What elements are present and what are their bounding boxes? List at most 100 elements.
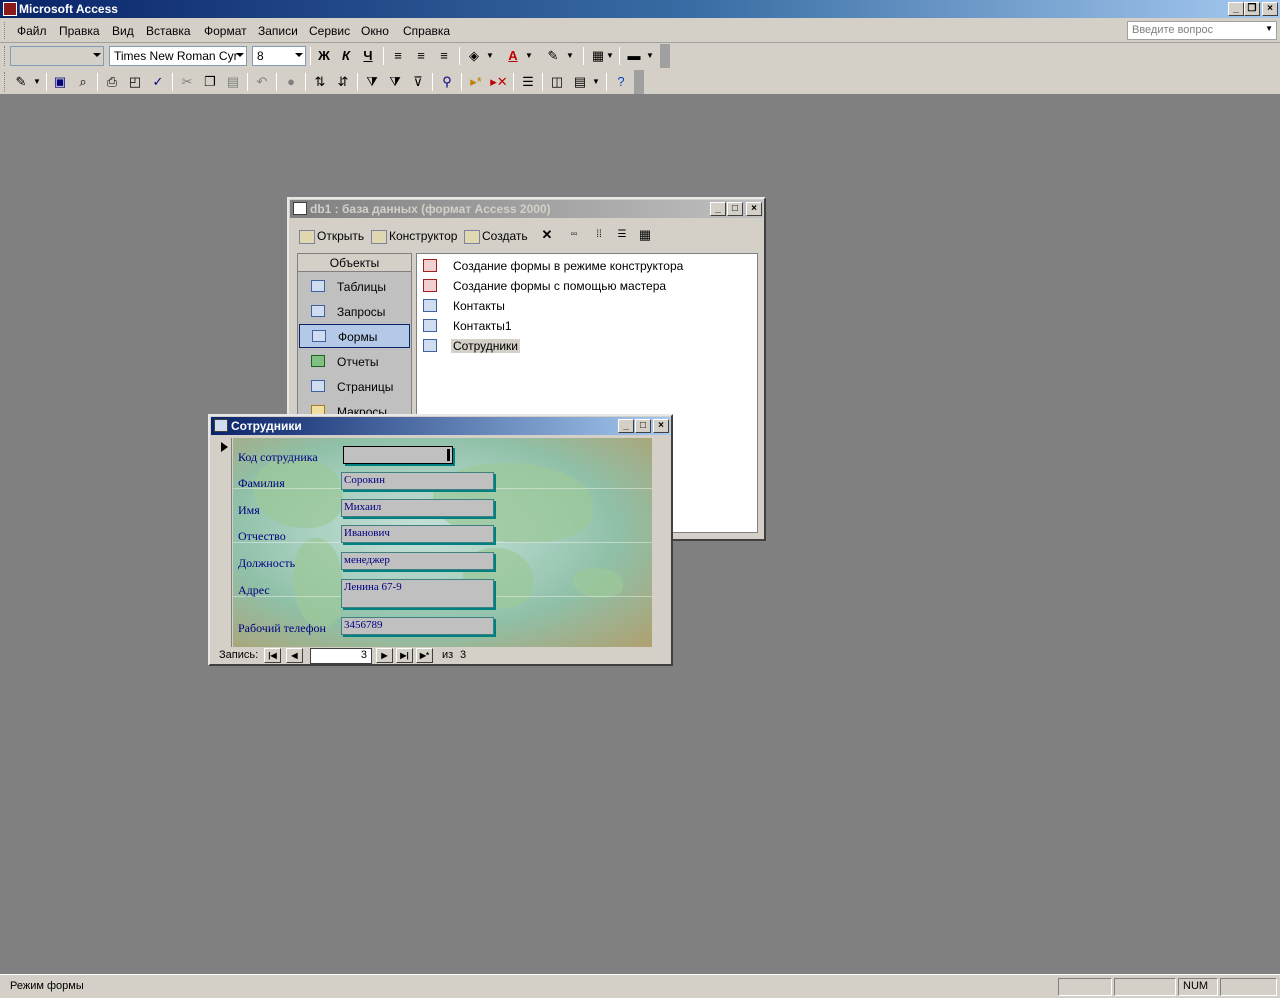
patronymic-field[interactable]: Иванович [341,525,494,543]
find-icon[interactable]: ⚲ [437,72,457,92]
menu-tools[interactable]: Сервис [309,24,350,38]
bold-button[interactable]: Ж [314,46,334,66]
small-icons-view-icon[interactable]: ⁞⁞ [589,225,609,245]
toolbar-grip[interactable] [4,46,7,66]
apply-filter-icon[interactable]: ⊽ [408,72,428,92]
cut-icon[interactable]: ✂ [177,72,197,92]
undo-icon[interactable]: ↶ [252,72,272,92]
open-button[interactable]: Открыть [299,229,364,244]
toolbar-options-icon[interactable] [634,70,644,94]
toolbar-grip[interactable] [4,72,7,92]
minimize-window-button[interactable]: _ [710,202,726,216]
menu-window[interactable]: Окно [361,24,389,38]
menu-grip[interactable] [4,22,7,39]
chevron-down-icon[interactable]: ▼ [586,72,606,92]
list-item-label: Создание формы в режиме конструктора [453,259,684,273]
object-forms[interactable]: Формы [299,324,410,348]
current-record-input[interactable]: 3 [310,648,372,664]
sort-descending-icon[interactable]: ⇵ [333,72,353,92]
delete-record-icon[interactable]: ▸✕ [489,72,509,92]
menu-help[interactable]: Справка [403,24,450,38]
previous-record-button[interactable]: ◀ [286,648,303,663]
object-queries[interactable]: Запросы [299,300,410,324]
align-left-icon[interactable]: ≡ [388,46,408,66]
form-icon [423,299,437,312]
toolbar-separator [432,73,433,91]
print-preview-icon[interactable]: ◰ [125,72,145,92]
minimize-form-button[interactable]: _ [618,419,634,433]
create-button[interactable]: Создать [464,229,528,244]
object-reports[interactable]: Отчеты [299,350,410,374]
menu-view[interactable]: Вид [112,24,134,38]
insert-object-icon[interactable]: ● [281,72,301,92]
list-view-icon[interactable]: ☰ [612,225,632,245]
menu-records[interactable]: Записи [258,24,298,38]
close-window-button[interactable]: × [746,202,762,216]
sort-ascending-icon[interactable]: ⇅ [310,72,330,92]
status-text: Режим формы [10,980,84,992]
filter-by-form-icon[interactable]: ⧩ [385,72,405,92]
object-combo[interactable] [10,46,104,66]
chevron-down-icon[interactable]: ▼ [640,46,660,66]
maximize-form-button[interactable]: □ [635,419,651,433]
close-form-button[interactable]: × [653,419,669,433]
align-right-icon[interactable]: ≡ [434,46,454,66]
align-center-icon[interactable]: ≡ [411,46,431,66]
delete-icon[interactable]: ✕ [537,225,557,245]
large-icons-view-icon[interactable]: ▫▫ [564,225,584,245]
ask-question-input[interactable]: Введите вопрос ▼ [1127,21,1277,40]
access-app-icon[interactable] [3,2,17,16]
print-icon[interactable]: ⎙ [102,72,122,92]
restore-app-button[interactable]: ❐ [1244,2,1260,16]
object-label: Страницы [337,380,394,394]
help-icon[interactable]: ? [611,72,631,92]
work-phone-field[interactable]: 3456789 [341,617,494,635]
filter-by-selection-icon[interactable]: ⧩ [362,72,382,92]
first-name-field[interactable]: Михаил [341,499,494,517]
objects-header[interactable]: Объекты [298,254,411,272]
database-window-icon[interactable]: ◫ [547,72,567,92]
properties-icon[interactable]: ☰ [518,72,538,92]
database-window-title-bar[interactable]: db1 : база данных (формат Access 2000) _… [290,200,763,218]
new-record-icon[interactable]: ▸* [466,72,486,92]
form-window-title-bar[interactable]: Сотрудники _ □ × [211,417,670,435]
menu-insert[interactable]: Вставка [146,24,191,38]
address-field[interactable]: Ленина 67-9 [341,579,494,608]
object-tables[interactable]: Таблицы [299,275,410,299]
object-pages[interactable]: Страницы [299,375,410,399]
chevron-down-icon[interactable]: ▼ [480,46,500,66]
toolbar-options-icon[interactable] [660,44,670,68]
status-panel [1114,978,1176,996]
minimize-app-button[interactable]: _ [1228,2,1244,16]
close-app-button[interactable]: × [1262,2,1278,16]
italic-button[interactable]: К [336,46,356,66]
menu-file[interactable]: Файл [17,24,47,38]
design-label: Конструктор [389,229,458,243]
maximize-window-button[interactable]: □ [727,202,743,216]
underline-button[interactable]: Ч [358,46,378,66]
new-record-button[interactable]: ▶* [416,648,433,663]
paste-icon[interactable]: ▤ [223,72,243,92]
last-record-button[interactable]: ▶| [396,648,413,663]
chevron-down-icon[interactable]: ▼ [560,46,580,66]
next-record-button[interactable]: ▶ [376,648,393,663]
chevron-down-icon[interactable]: ▼ [519,46,539,66]
details-view-icon[interactable]: ▦ [635,225,655,245]
menu-edit[interactable]: Правка [59,24,100,38]
first-record-button[interactable]: |◀ [264,648,281,663]
chevron-down-icon[interactable]: ▼ [600,46,620,66]
save-icon[interactable]: ▣ [50,72,70,92]
font-name-combo[interactable]: Times New Roman Cyr [109,46,247,66]
copy-icon[interactable]: ❐ [200,72,220,92]
position-field[interactable]: менеджер [341,552,494,570]
chevron-down-icon[interactable]: ▼ [27,72,47,92]
font-size-combo[interactable]: 8 [252,46,306,66]
record-selector[interactable] [218,438,232,647]
design-button[interactable]: Конструктор [371,229,457,244]
menu-format[interactable]: Формат [204,24,247,38]
chevron-down-icon[interactable]: ▼ [1265,24,1273,33]
employee-id-field[interactable] [343,446,453,464]
spelling-icon[interactable]: ✓ [148,72,168,92]
file-search-icon[interactable]: ⌕ [73,72,93,92]
last-name-field[interactable]: Сорокин [341,472,494,490]
